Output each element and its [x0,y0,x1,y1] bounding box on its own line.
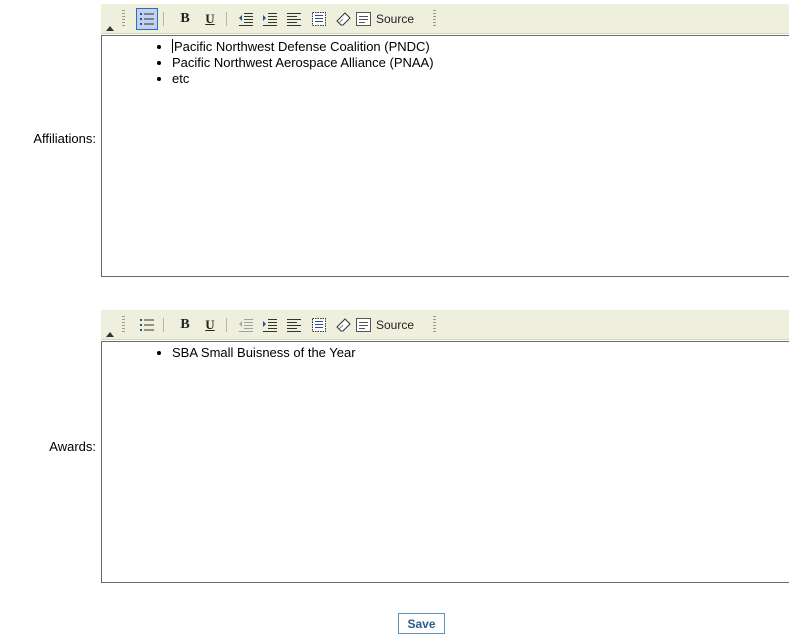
bold-icon: B [180,11,190,26]
save-button[interactable]: Save [398,613,445,634]
select-all-icon [312,318,326,332]
underline-button[interactable]: U [199,314,221,336]
bulleted-list-icon [140,319,154,331]
indent-button[interactable] [259,8,281,30]
toolbar-separator [226,12,227,26]
toolbar-grip-icon [122,10,125,28]
indent-button[interactable] [259,314,281,336]
toolbar-separator [163,318,164,332]
align-left-button[interactable] [283,314,305,336]
outdent-icon [239,13,253,26]
bold-button[interactable]: B [174,8,196,30]
select-all-button[interactable] [308,8,330,30]
remove-format-button[interactable] [333,8,355,30]
awards-list: SBA Small Buisness of the Year [102,342,789,361]
indent-icon [263,13,277,26]
outdent-icon [239,319,253,332]
underline-icon: U [205,11,215,26]
bold-button[interactable]: B [174,314,196,336]
underline-icon: U [205,317,215,332]
align-left-icon [287,319,301,332]
select-all-icon [312,12,326,26]
list-item: Pacific Northwest Defense Coalition (PND… [172,39,789,55]
source-icon [356,12,371,26]
source-button[interactable]: Source [356,8,426,30]
toolbar-grip-icon [433,10,436,28]
list-item: Pacific Northwest Aerospace Alliance (PN… [172,55,789,71]
affiliations-content[interactable]: Pacific Northwest Defense Coalition (PND… [101,35,789,277]
toolbar-grip-icon [433,316,436,334]
toolbar-separator [163,12,164,26]
affiliations-list: Pacific Northwest Defense Coalition (PND… [102,36,789,87]
awards-editor: B U Source • SBA Small Buisness of the Y… [101,310,789,583]
select-all-button[interactable] [308,314,330,336]
list-item: etc [172,71,789,87]
bold-icon: B [180,317,190,332]
awards-label: Awards: [49,439,96,454]
eraser-icon [336,318,351,332]
bulleted-list-button[interactable] [136,314,158,336]
outdent-button[interactable] [235,8,257,30]
underline-button[interactable]: U [199,8,221,30]
align-left-button[interactable] [283,8,305,30]
text-cursor [172,39,173,53]
source-label: Source [376,318,415,332]
awards-content[interactable]: SBA Small Buisness of the Year [101,341,789,583]
collapse-toolbar-icon[interactable] [106,26,114,31]
toolbar-separator [226,318,227,332]
source-label: Source [376,12,415,26]
affiliations-editor: B U Source • Pacific Northwest Defense C… [101,4,789,277]
bulleted-list-button[interactable] [136,8,158,30]
indent-icon [263,319,277,332]
align-left-icon [287,13,301,26]
source-button[interactable]: Source [356,314,426,336]
remove-format-button[interactable] [333,314,355,336]
toolbar-grip-icon [122,316,125,334]
eraser-icon [336,12,351,26]
list-item: SBA Small Buisness of the Year [172,345,789,361]
bulleted-list-icon [140,13,154,25]
source-icon [356,318,371,332]
editor-toolbar: B U Source [101,4,789,34]
collapse-toolbar-icon[interactable] [106,332,114,337]
outdent-button[interactable] [235,314,257,336]
editor-toolbar: B U Source [101,310,789,340]
affiliations-label: Affiliations: [33,131,96,146]
